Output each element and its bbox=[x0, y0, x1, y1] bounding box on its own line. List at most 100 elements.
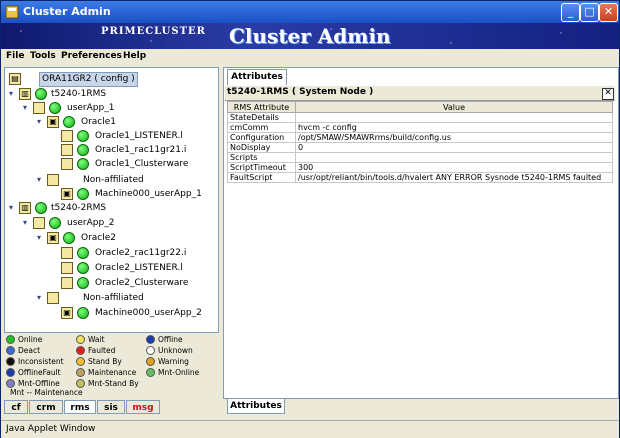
legend-swatch bbox=[146, 346, 155, 355]
collapse-icon[interactable]: ▾ bbox=[23, 218, 30, 227]
online-status-icon bbox=[49, 102, 61, 114]
attr-name: StateDetails bbox=[227, 112, 296, 123]
window-title: Cluster Admin bbox=[23, 5, 111, 18]
userapp-icon bbox=[33, 217, 45, 229]
tab-sis[interactable]: sis bbox=[97, 400, 125, 414]
tree-node-label: Oracle2_LISTENER.l bbox=[95, 263, 183, 273]
online-status-icon bbox=[77, 144, 89, 156]
host-icon: ▥ bbox=[19, 88, 31, 100]
attr-name: FaultScript bbox=[227, 172, 296, 183]
attr-value[interactable]: 300 bbox=[295, 162, 613, 173]
attr-name: NoDisplay bbox=[227, 142, 296, 153]
attr-value[interactable] bbox=[295, 152, 613, 163]
tab-crm[interactable]: crm bbox=[29, 400, 63, 414]
online-status-icon bbox=[77, 188, 89, 200]
online-status-icon bbox=[77, 130, 89, 142]
collapse-icon[interactable]: ▾ bbox=[37, 293, 44, 302]
status-bar: Java Applet Window bbox=[1, 420, 619, 438]
attr-value[interactable]: 0 bbox=[295, 142, 613, 153]
table-row[interactable]: Scripts bbox=[227, 152, 613, 163]
title-bar[interactable]: Cluster Admin _ □ ✕ bbox=[1, 1, 619, 23]
minimize-button[interactable]: _ bbox=[561, 3, 580, 22]
table-row[interactable]: ScriptTimeout 300 bbox=[227, 162, 613, 173]
attr-value[interactable] bbox=[295, 112, 613, 123]
menu-tools[interactable]: Tools bbox=[30, 51, 56, 61]
tree-node-label: t5240-2RMS bbox=[51, 203, 107, 213]
legend-swatch bbox=[6, 357, 15, 366]
state-legend: Online Wait Offline Deact Faulted Unknow… bbox=[4, 334, 219, 397]
resource-icon bbox=[61, 277, 73, 289]
config-icon: ▤ bbox=[9, 73, 21, 85]
table-row[interactable]: StateDetails bbox=[227, 112, 613, 123]
attr-name: Scripts bbox=[227, 152, 296, 163]
legend-swatch bbox=[146, 357, 155, 366]
tab-attributes[interactable]: Attributes bbox=[227, 69, 287, 85]
legend-swatch bbox=[6, 368, 15, 377]
collapse-icon[interactable]: ▾ bbox=[9, 203, 16, 212]
brand-logo: PRIMECLUSTER bbox=[101, 26, 206, 37]
collapse-icon[interactable]: ▾ bbox=[9, 89, 16, 98]
tree-node-label: Non-affiliated bbox=[83, 293, 144, 303]
table-row[interactable]: cmComm hvcm -c config bbox=[227, 122, 613, 133]
legend-swatch bbox=[76, 368, 85, 377]
close-icon[interactable]: ✕ bbox=[602, 88, 614, 100]
tree-node-label: Oracle1_LISTENER.l bbox=[95, 131, 183, 141]
tree-node-label: Machine000_userApp_1 bbox=[95, 189, 202, 199]
tab-cf[interactable]: cf bbox=[4, 400, 28, 414]
table-row[interactable]: NoDisplay 0 bbox=[227, 142, 613, 153]
tree-node-label: Oracle1_rac11gr21.i bbox=[95, 145, 187, 155]
menu-file[interactable]: File bbox=[6, 51, 24, 61]
online-status-icon bbox=[77, 277, 89, 289]
collapse-icon[interactable]: ▾ bbox=[37, 117, 44, 126]
online-status-icon bbox=[63, 116, 75, 128]
host-icon: ▥ bbox=[19, 202, 31, 214]
table-header-row: RMS Attribute Value bbox=[227, 101, 613, 113]
tree-node-label: t5240-1RMS bbox=[51, 89, 107, 99]
resource-icon bbox=[61, 130, 73, 142]
banner-title: Cluster Admin bbox=[229, 24, 391, 48]
menu-preferences[interactable]: Preferences bbox=[61, 51, 122, 61]
legend-swatch bbox=[6, 346, 15, 355]
tab-attributes-bottom[interactable]: Attributes bbox=[227, 399, 285, 414]
tree-node-label: Oracle2 bbox=[81, 233, 117, 243]
table-row[interactable]: Configuration/opt/SMAW/SMAWRrms/build/co… bbox=[227, 132, 613, 143]
legend-swatch bbox=[6, 335, 15, 344]
legend-swatch bbox=[146, 335, 155, 344]
close-button[interactable]: ✕ bbox=[599, 3, 618, 22]
online-status-icon bbox=[49, 217, 61, 229]
online-status-icon bbox=[63, 232, 75, 244]
attributes-table: RMS Attribute Value StateDetails cmComm h… bbox=[227, 101, 613, 183]
tree-node-label: userApp_2 bbox=[67, 218, 115, 228]
machine-icon: ▣ bbox=[61, 307, 73, 319]
online-status-icon bbox=[35, 202, 47, 214]
attr-value[interactable]: hvcm -c config bbox=[295, 122, 613, 133]
tree-node-label: userApp_1 bbox=[67, 103, 115, 113]
legend-swatch bbox=[76, 335, 85, 344]
resource-icon bbox=[61, 247, 73, 259]
attributes-header: t5240-1RMS ( System Node ) ✕ bbox=[225, 86, 615, 101]
collapse-icon[interactable]: ▾ bbox=[37, 175, 44, 184]
attr-value[interactable]: /usr/opt/reliant/bin/tools.d/hvalert ANY… bbox=[295, 172, 613, 183]
collapse-icon[interactable]: ▾ bbox=[23, 103, 30, 112]
attr-name: Configuration bbox=[227, 132, 296, 143]
legend-swatch bbox=[76, 357, 85, 366]
cluster-tree[interactable]: ▤ ORA11GR2 ( config ) ▾ ▥ t5240-1RMS ▾ u… bbox=[4, 67, 219, 333]
collapse-icon[interactable]: ▾ bbox=[37, 233, 44, 242]
maximize-button[interactable]: □ bbox=[580, 3, 599, 22]
attr-value[interactable]: /opt/SMAW/SMAWRrms/build/config.us bbox=[295, 132, 613, 143]
online-status-icon bbox=[77, 158, 89, 170]
userapp-icon bbox=[33, 102, 45, 114]
machine-icon: ▣ bbox=[61, 188, 73, 200]
tree-node-label: Oracle2_rac11gr22.i bbox=[95, 248, 187, 258]
attr-name: cmComm bbox=[227, 122, 296, 133]
column-header[interactable]: Value bbox=[295, 101, 613, 113]
tree-node-label: Non-affiliated bbox=[83, 175, 144, 185]
menu-help[interactable]: Help bbox=[123, 51, 146, 61]
app-icon bbox=[5, 5, 19, 19]
table-row[interactable]: FaultScript/usr/opt/reliant/bin/tools.d/… bbox=[227, 172, 613, 183]
status-text: Java Applet Window bbox=[6, 424, 96, 434]
column-header[interactable]: RMS Attribute bbox=[227, 101, 296, 113]
tab-msg[interactable]: msg bbox=[126, 400, 160, 414]
attributes-title: t5240-1RMS ( System Node ) bbox=[227, 87, 374, 97]
tab-rms[interactable]: rms bbox=[64, 400, 96, 414]
